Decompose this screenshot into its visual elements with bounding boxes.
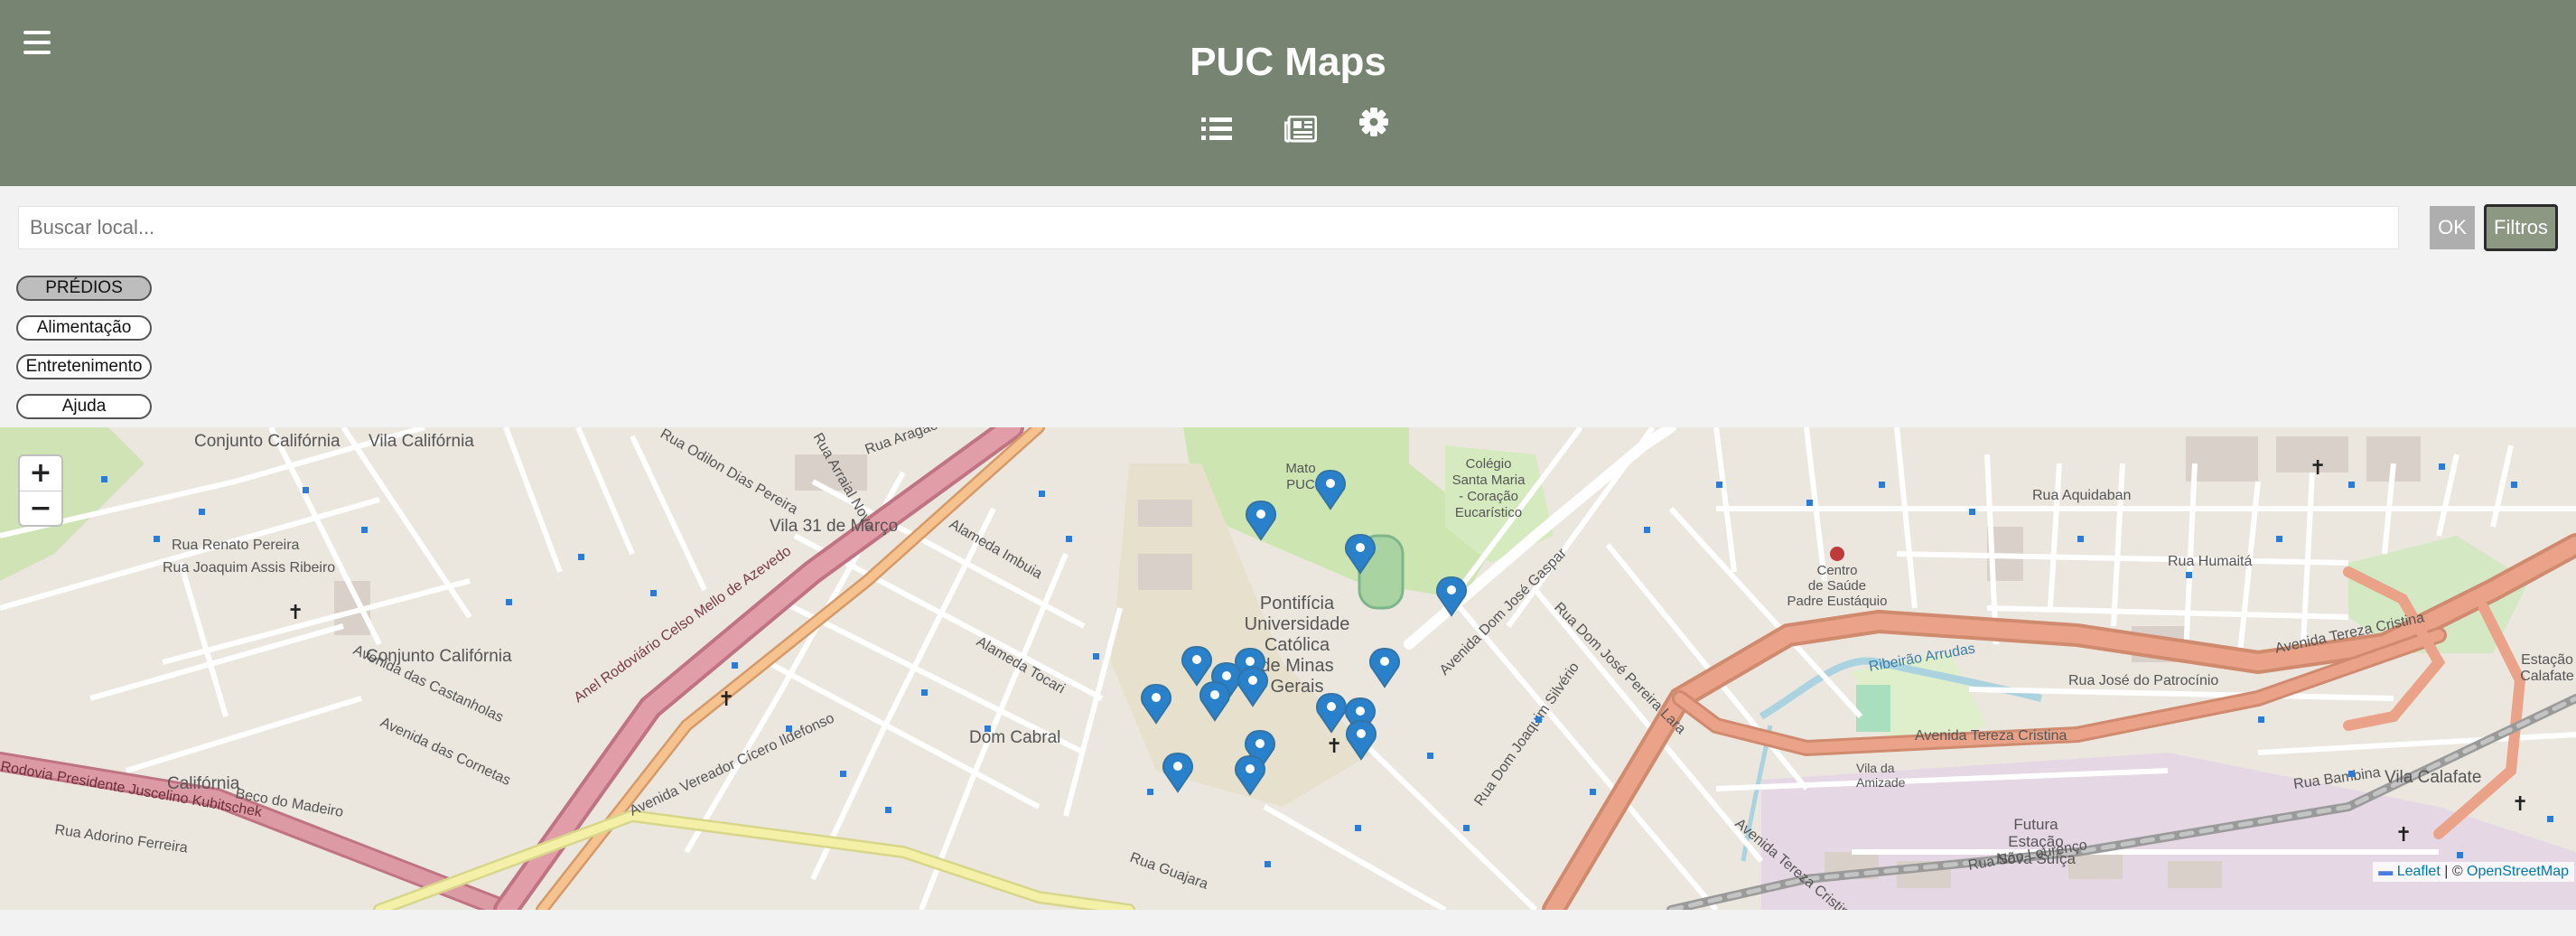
- svg-text:Mato: Mato: [1285, 461, 1315, 476]
- map-label-california: Califórnia: [167, 774, 240, 793]
- page-title: PUC Maps: [1190, 40, 1386, 84]
- svg-text:Católica: Católica: [1265, 635, 1330, 655]
- list-icon[interactable]: [1201, 116, 1232, 147]
- map-label-mato: Mato PUC: [1285, 461, 1315, 492]
- svg-text:✝: ✝: [2512, 793, 2528, 816]
- leaflet-link[interactable]: Leaflet: [2397, 864, 2441, 879]
- map-attribution: ▬ Leaflet | © OpenStreetMap: [2373, 862, 2574, 882]
- svg-text:Gerais: Gerais: [1271, 677, 1324, 697]
- filters-button[interactable]: Filtros: [2484, 204, 2558, 251]
- svg-text:Centro: Centro: [1816, 563, 1857, 578]
- map-label-conjunto-california-2: Conjunto Califórnia: [366, 647, 512, 666]
- map-label-humaita: Rua Humaitá: [2168, 554, 2252, 569]
- map-label-estacao-calafate: Estação Calafate: [2520, 652, 2574, 684]
- map-label-vila-31: Vila 31 de Março: [770, 517, 898, 536]
- search-input[interactable]: [18, 206, 2399, 249]
- category-alimentacao[interactable]: Alimentação: [16, 315, 152, 341]
- category-predios[interactable]: PRÉDIOS: [16, 276, 152, 301]
- ok-button[interactable]: OK: [2430, 206, 2475, 249]
- category-entretenimento[interactable]: Entretenimento: [16, 354, 152, 379]
- map-view[interactable]: Anel Rodoviário Celso Mello de Azevedo R…: [0, 427, 2576, 910]
- zoom-control: + −: [18, 454, 63, 527]
- svg-text:Vila da: Vila da: [1856, 761, 1895, 775]
- svg-text:Futura: Futura: [2013, 816, 2058, 833]
- svg-text:✝: ✝: [718, 688, 734, 711]
- header-nav: [1190, 107, 1407, 150]
- map-label-vila-calafate: Vila Calafate: [2385, 768, 2481, 787]
- map-label-dom-cabral: Dom Cabral: [969, 728, 1060, 747]
- svg-text:Calafate: Calafate: [2520, 669, 2574, 684]
- map-label-joaquim: Rua Joaquim Assis Ribeiro: [163, 560, 335, 576]
- attribution-separator: | ©: [2440, 864, 2468, 879]
- svg-text:Eucarístico: Eucarístico: [1455, 505, 1522, 520]
- svg-text:✝: ✝: [2395, 824, 2412, 847]
- svg-text:Padre Eustáquio: Padre Eustáquio: [1787, 594, 1888, 609]
- svg-text:Amizade: Amizade: [1856, 775, 1906, 790]
- svg-text:Pontifícia: Pontifícia: [1260, 594, 1335, 613]
- svg-text:de Minas: de Minas: [1260, 656, 1333, 676]
- newspaper-icon[interactable]: [1283, 115, 1318, 147]
- map-label-tereza-1: Avenida Tereza Cristina: [1915, 728, 2067, 744]
- svg-text:Santa Maria: Santa Maria: [1452, 473, 1526, 488]
- map-label-aquidaban: Rua Aquidaban: [2032, 488, 2131, 503]
- category-ajuda[interactable]: Ajuda: [16, 394, 152, 419]
- svg-text:✝: ✝: [287, 602, 303, 624]
- map-tiles: Anel Rodoviário Celso Mello de Azevedo R…: [0, 427, 2576, 910]
- map-label-jose-patrocinio: Rua José do Patrocínio: [2068, 673, 2218, 688]
- map-label-vila-california: Vila Califórnia: [369, 432, 474, 451]
- svg-text:de Saúde: de Saúde: [1808, 578, 1866, 594]
- svg-text:Estação: Estação: [2008, 833, 2063, 850]
- osm-link[interactable]: OpenStreetMap: [2467, 864, 2569, 879]
- svg-text:Estação: Estação: [2521, 652, 2573, 668]
- sports-field: [1856, 685, 1890, 732]
- svg-text:PUC: PUC: [1286, 477, 1315, 492]
- svg-text:Universidade: Universidade: [1245, 614, 1350, 634]
- app-header: PUC Maps: [0, 0, 2576, 186]
- svg-text:Colégio: Colégio: [1466, 456, 1512, 472]
- svg-text:✝: ✝: [2310, 457, 2326, 480]
- svg-text:Nova Suíça: Nova Suíça: [1996, 850, 2076, 867]
- zoom-in-button[interactable]: +: [20, 456, 61, 491]
- svg-text:✝: ✝: [1326, 735, 1342, 758]
- gear-icon[interactable]: [1358, 107, 1389, 142]
- page-footer: [0, 910, 2576, 936]
- svg-text:- Coração: - Coração: [1459, 489, 1518, 504]
- zoom-out-button[interactable]: −: [20, 491, 61, 526]
- map-label-renato: Rua Renato Pereira: [172, 538, 300, 553]
- map-label-conjunto-california-1: Conjunto Califórnia: [194, 432, 341, 451]
